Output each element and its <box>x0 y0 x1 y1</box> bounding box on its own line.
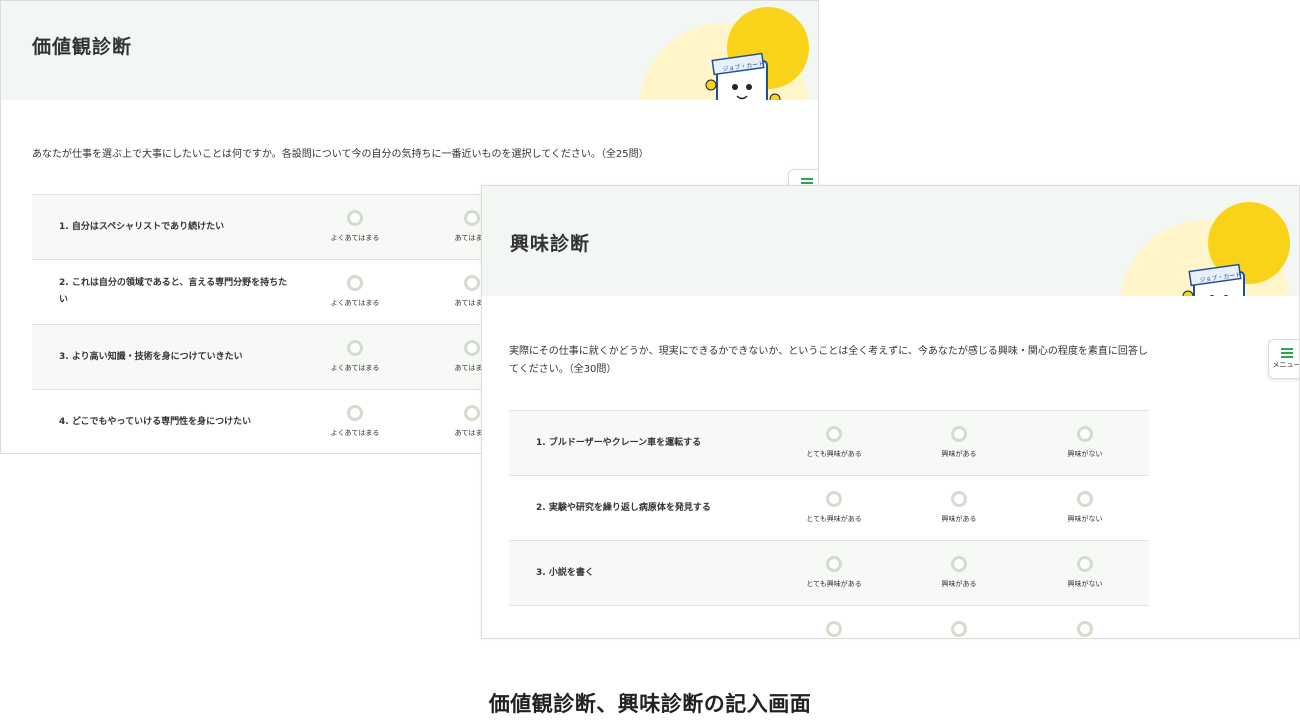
option-label: 興味がある <box>941 515 977 523</box>
option-label: 興味がある <box>941 580 977 588</box>
answer-option[interactable] <box>1035 621 1135 637</box>
question-text: 3. 小説を書く <box>536 568 594 578</box>
question-text: 1. ブルドーザーやクレーン車を運転する <box>536 438 702 448</box>
answer-option[interactable]: よくあてはまる <box>305 210 405 243</box>
mascot-illustration: ジョブ・カード <box>705 52 781 100</box>
option-label: よくあてはまる <box>330 234 380 242</box>
figure-caption: 価値観診断、興味診断の記入画面 <box>488 692 812 716</box>
answer-option[interactable]: 興味がある <box>909 491 1009 524</box>
radio-button[interactable] <box>347 275 363 291</box>
interest-diagnosis-panel: ジョブ・カード 興味診断 実際にその仕事に就くかどうか、現実にできるかできないか… <box>481 185 1300 639</box>
page-title: 興味診断 <box>510 233 591 255</box>
radio-button[interactable] <box>1077 556 1093 572</box>
answer-option[interactable] <box>909 621 1009 637</box>
page-title: 価値観診断 <box>32 36 133 58</box>
option-label: よくあてはまる <box>330 429 380 437</box>
question-text: 3. より高い知識・技術を身につけていきたい <box>59 352 243 362</box>
option-label: よくあてはまる <box>330 299 380 307</box>
radio-button[interactable] <box>347 210 363 226</box>
question-text: 4. どこでもやっていける専門性を身につけたい <box>59 417 252 427</box>
answer-option[interactable]: 興味がない <box>1035 556 1135 589</box>
hamburger-icon <box>1280 348 1293 358</box>
answer-option[interactable]: とても興味がある <box>784 426 884 459</box>
intro-text: 実際にその仕事に就くかどうか、現実にできるかできないか、ということは全く考えずに… <box>509 346 1148 375</box>
menu-button[interactable]: メニュー <box>1268 339 1300 379</box>
option-label: 興味がない <box>1067 580 1103 588</box>
answer-option[interactable]: 興味がある <box>909 426 1009 459</box>
answer-option[interactable]: とても興味がある <box>784 556 884 589</box>
question-text: 2. これは自分の領域であると、言える専門分野を持ちたい <box>59 278 288 305</box>
answer-option[interactable]: 興味がある <box>909 556 1009 589</box>
option-label: 興味がない <box>1067 450 1103 458</box>
answer-option[interactable]: とても興味がある <box>784 491 884 524</box>
question-row: 2. 実験や研究を繰り返し病原体を発見する とても興味がある 興味がある 興味が… <box>509 475 1149 540</box>
radio-button[interactable] <box>1077 491 1093 507</box>
question-row: 3. 小説を書く とても興味がある 興味がある 興味がない <box>509 540 1149 605</box>
radio-button[interactable] <box>951 491 967 507</box>
option-label: とても興味がある <box>806 450 862 458</box>
option-label: とても興味がある <box>806 580 862 588</box>
radio-button[interactable] <box>347 405 363 421</box>
radio-button[interactable] <box>464 405 480 421</box>
radio-button[interactable] <box>464 275 480 291</box>
option-label: 興味がない <box>1067 515 1103 523</box>
radio-button[interactable] <box>826 621 842 637</box>
radio-button[interactable] <box>1077 621 1093 637</box>
radio-button[interactable] <box>464 340 480 356</box>
answer-option[interactable]: 興味がない <box>1035 491 1135 524</box>
answer-option[interactable]: 興味がない <box>1035 426 1135 459</box>
question-list: 1. ブルドーザーやクレーン車を運転する とても興味がある 興味がある 興味がな… <box>509 410 1149 638</box>
answer-option[interactable] <box>784 621 884 637</box>
interest-header: ジョブ・カード 興味診断 <box>482 186 1299 296</box>
radio-button[interactable] <box>347 340 363 356</box>
radio-button[interactable] <box>1077 426 1093 442</box>
question-row-partial <box>509 605 1149 638</box>
answer-option[interactable]: よくあてはまる <box>305 340 405 373</box>
radio-button[interactable] <box>464 210 480 226</box>
answer-option[interactable]: よくあてはまる <box>305 275 405 308</box>
answer-option[interactable]: よくあてはまる <box>305 405 405 438</box>
radio-button[interactable] <box>951 426 967 442</box>
question-text: 1. 自分はスペシャリストであり続けたい <box>59 222 225 232</box>
radio-button[interactable] <box>826 426 842 442</box>
values-header: ジョブ・カード 価値観診断 <box>1 1 818 100</box>
option-label: よくあてはまる <box>330 364 380 372</box>
option-label: 興味がある <box>941 450 977 458</box>
radio-button[interactable] <box>951 621 967 637</box>
radio-button[interactable] <box>826 556 842 572</box>
mascot-illustration: ジョブ・カード <box>1182 263 1245 296</box>
question-row: 1. ブルドーザーやクレーン車を運転する とても興味がある 興味がある 興味がな… <box>509 410 1149 475</box>
radio-button[interactable] <box>951 556 967 572</box>
radio-button[interactable] <box>826 491 842 507</box>
option-label: とても興味がある <box>806 515 862 523</box>
menu-label: メニュー <box>1272 361 1300 369</box>
intro-text: あなたが仕事を選ぶ上で大事にしたいことは何ですか。各設問について今の自分の気持ち… <box>32 149 649 160</box>
question-text: 2. 実験や研究を繰り返し病原体を発見する <box>536 503 711 513</box>
